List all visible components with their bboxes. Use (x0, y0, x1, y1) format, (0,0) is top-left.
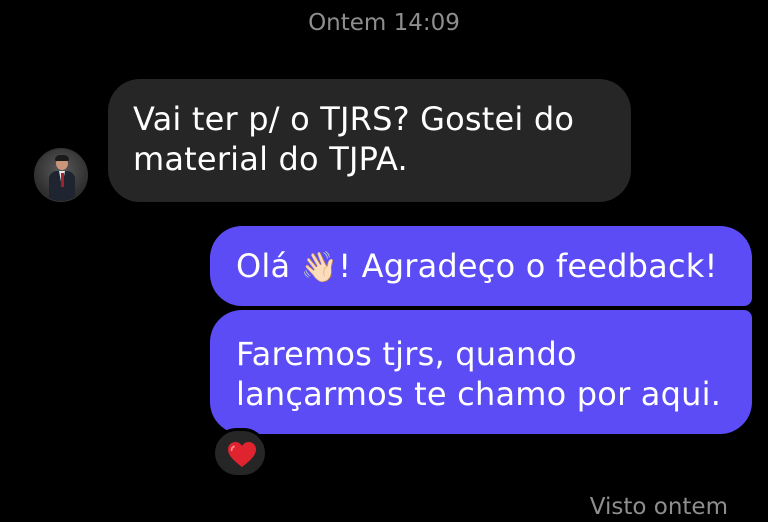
message-text: ! Agradeço o feedback! (338, 247, 718, 285)
incoming-message-bubble[interactable]: Vai ter p/ o TJRS? Gostei do material do… (108, 79, 631, 202)
message-text-line: material do TJPA. (133, 140, 408, 178)
sender-avatar[interactable] (34, 148, 88, 202)
outgoing-message-bubble[interactable]: Olá 👋🏻! Agradeço o feedback! (210, 226, 752, 306)
message-text-line: Vai ter p/ o TJRS? Gostei do (133, 100, 575, 138)
thread-timestamp: Ontem 14:09 (308, 10, 460, 36)
message-reaction[interactable] (212, 428, 268, 478)
heart-icon (228, 442, 256, 467)
message-text-line: Faremos tjrs, quando (236, 335, 577, 373)
outgoing-message-bubble[interactable]: Faremos tjrs, quando lançarmos te chamo … (210, 310, 752, 434)
message-text-line: lançarmos te chamo por aqui. (236, 375, 722, 413)
waving-hand-emoji: 👋🏻 (300, 250, 339, 285)
seen-status: Visto ontem (589, 494, 728, 520)
message-text: Olá (236, 247, 301, 285)
